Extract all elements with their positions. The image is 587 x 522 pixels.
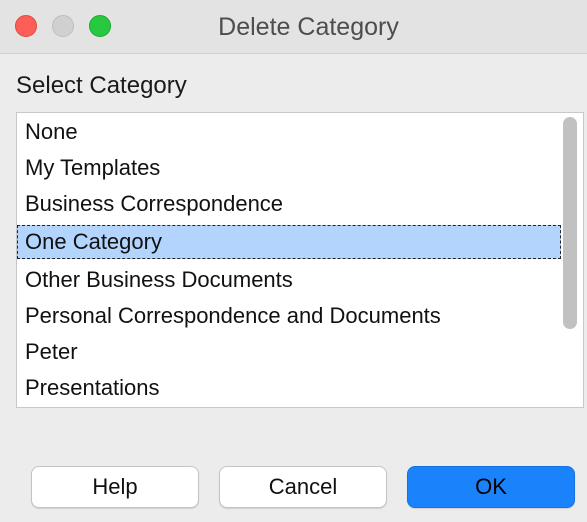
list-scrollbar[interactable] [563,117,577,329]
title-bar[interactable]: Delete Category [0,0,587,54]
select-category-label: Select Category [16,72,187,99]
list-item-personal-correspondence[interactable]: Personal Correspondence and Documents [17,299,561,333]
window-title: Delete Category [218,13,399,41]
list-item-presentations[interactable]: Presentations [17,371,561,405]
delete-category-dialog: Delete Category Select Category None My … [0,0,587,522]
ok-button[interactable]: OK [407,466,575,508]
help-button[interactable]: Help [31,466,199,508]
list-item-one-category[interactable]: One Category [17,225,561,259]
list-item-business-correspondence[interactable]: Business Correspondence [17,187,561,221]
category-list[interactable]: None My Templates Business Correspondenc… [16,112,584,408]
list-item-peter[interactable]: Peter [17,335,561,369]
list-item-none[interactable]: None [17,115,561,149]
list-item-my-templates[interactable]: My Templates [17,151,561,185]
cancel-button[interactable]: Cancel [219,466,387,508]
list-item-other-business-documents[interactable]: Other Business Documents [17,263,561,297]
